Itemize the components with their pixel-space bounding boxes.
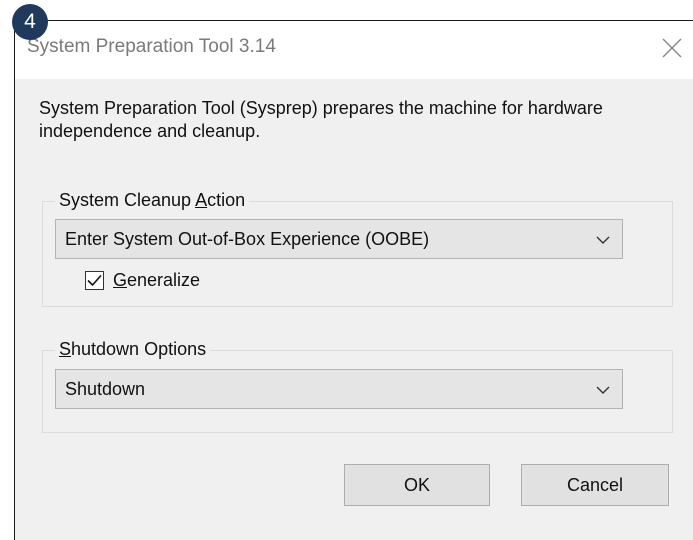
cleanup-action-dropdown[interactable]: Enter System Out-of-Box Experience (OOBE…	[55, 219, 623, 259]
ok-button[interactable]: OK	[344, 464, 490, 506]
shutdown-options-label-accel: S	[59, 339, 72, 359]
cancel-button[interactable]: Cancel	[521, 464, 669, 506]
system-cleanup-label-text: System Cleanup	[59, 190, 196, 210]
shutdown-options-dropdown[interactable]: Shutdown	[55, 369, 623, 409]
system-cleanup-label: System Cleanup Action	[55, 190, 250, 211]
generalize-label-rest: eneralize	[127, 270, 201, 290]
step-number-badge: 4	[12, 4, 48, 40]
close-button[interactable]	[655, 31, 689, 65]
generalize-checkbox[interactable]	[85, 271, 104, 290]
system-cleanup-label-accel: A	[195, 190, 208, 210]
shutdown-options-value: Shutdown	[65, 379, 146, 399]
shutdown-options-label: Shutdown Options	[55, 339, 211, 360]
window-title: System Preparation Tool 3.14	[27, 36, 276, 57]
description-text: System Preparation Tool (Sysprep) prepar…	[39, 98, 603, 141]
generalize-label: Generalize	[113, 270, 200, 291]
shutdown-options-label-rest: hutdown Options	[71, 339, 207, 359]
title-bar: System Preparation Tool 3.14	[15, 21, 693, 79]
checkmark-icon	[87, 274, 102, 287]
close-icon	[662, 38, 682, 58]
chevron-down-icon	[596, 386, 610, 394]
cleanup-action-value: Enter System Out-of-Box Experience (OOBE…	[65, 229, 430, 249]
generalize-label-accel: G	[113, 270, 128, 290]
chevron-down-icon	[596, 236, 610, 244]
sysprep-dialog: System Preparation Tool 3.14 System Prep…	[14, 20, 693, 540]
system-cleanup-label-rest: ction	[207, 190, 246, 210]
